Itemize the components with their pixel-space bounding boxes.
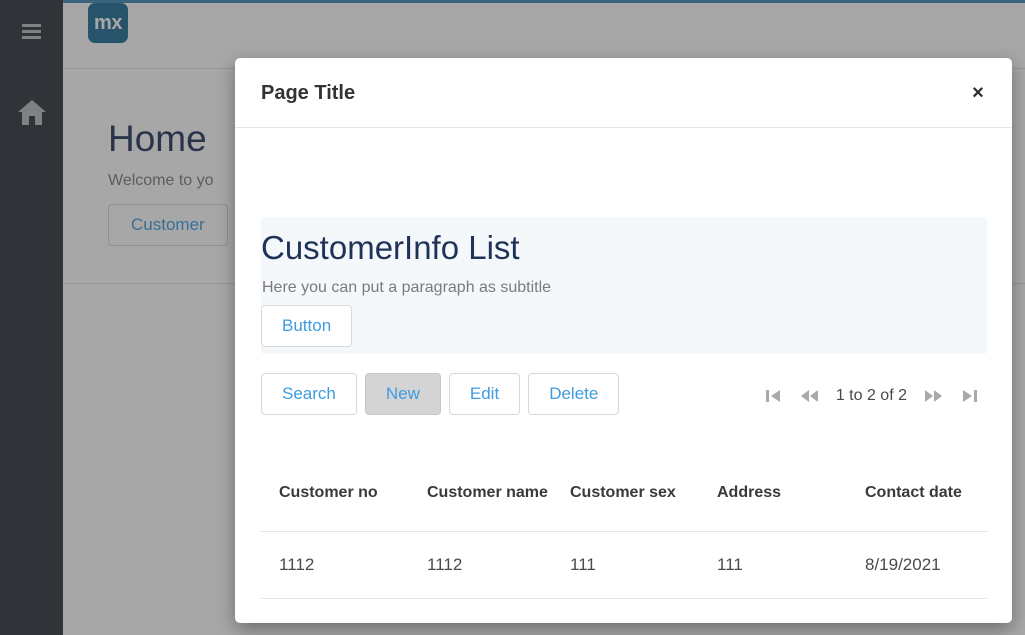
cell-customer-no: 333: [261, 598, 409, 623]
new-button[interactable]: New: [364, 373, 441, 416]
customer-table: Customer no Customer name Customer sex A…: [261, 455, 987, 623]
cell-contact-date: 8/20/2021: [847, 598, 987, 623]
data-grid: Customer no Customer name Customer sex A…: [261, 455, 987, 623]
column-header-address[interactable]: Address: [699, 455, 847, 532]
cell-customer-no: 1112: [261, 531, 409, 599]
app-root: mx Home Welcome to yo Customer Page Titl…: [0, 0, 1025, 635]
table-head: Customer no Customer name Customer sex A…: [261, 455, 987, 532]
next-page-icon: [925, 390, 942, 402]
search-button[interactable]: Search: [261, 373, 357, 416]
table-row[interactable]: 1112 1112 111 111 8/19/2021: [261, 531, 987, 599]
table-body: 1112 1112 111 111 8/19/2021 333 333 333 …: [261, 531, 987, 623]
first-page-icon: [766, 390, 781, 402]
last-page-button[interactable]: [951, 381, 987, 411]
column-header-contact-date[interactable]: Contact date: [847, 455, 987, 532]
pagination-status: 1 to 2 of 2: [835, 387, 907, 404]
previous-page-button[interactable]: [792, 381, 828, 411]
toolbar-buttons: Search New Edit Delete: [261, 373, 620, 416]
column-header-customer-sex[interactable]: Customer sex: [552, 455, 699, 532]
column-header-customer-name[interactable]: Customer name: [409, 455, 552, 532]
first-page-button[interactable]: [756, 381, 792, 411]
pagination: 1 to 2 of 2: [756, 381, 987, 411]
cell-customer-sex: 333: [552, 598, 699, 623]
modal-header: Page Title ×: [235, 58, 1012, 128]
column-header-customer-no[interactable]: Customer no: [261, 455, 409, 532]
jumbotron-button[interactable]: Button: [261, 305, 353, 347]
last-page-icon: [962, 390, 977, 402]
cell-customer-sex: 111: [552, 531, 699, 599]
close-icon[interactable]: ×: [965, 80, 991, 106]
jumbotron-heading: CustomerInfo List: [261, 229, 520, 266]
modal-dialog: Page Title × CustomerInfo List Here you …: [235, 58, 1012, 623]
next-page-button[interactable]: [915, 381, 951, 411]
edit-button[interactable]: Edit: [448, 373, 521, 416]
table-row[interactable]: 333 333 333 333 8/20/2021: [261, 598, 987, 623]
cell-customer-name: 1112: [409, 531, 552, 599]
table-header-row: Customer no Customer name Customer sex A…: [261, 455, 987, 532]
cell-contact-date: 8/19/2021: [847, 531, 987, 599]
jumbotron-subtitle: Here you can put a paragraph as subtitle: [262, 279, 552, 296]
previous-page-icon: [800, 390, 818, 402]
grid-toolbar: Search New Edit Delete 1 to 2 of 2: [261, 373, 987, 425]
modal-title: Page Title: [261, 82, 356, 104]
cell-customer-name: 333: [409, 598, 552, 623]
cell-address: 333: [699, 598, 847, 623]
jumbotron: CustomerInfo List Here you can put a par…: [261, 217, 987, 354]
delete-button[interactable]: Delete: [528, 373, 620, 416]
modal-body: CustomerInfo List Here you can put a par…: [235, 128, 1012, 623]
cell-address: 111: [699, 531, 847, 599]
